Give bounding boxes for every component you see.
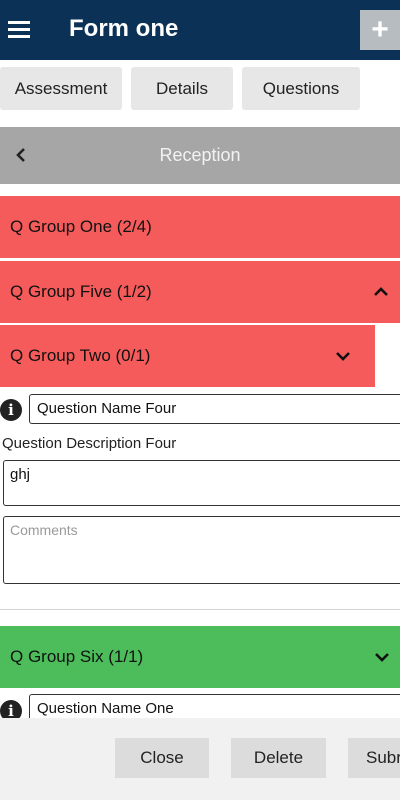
hamburger-menu-icon[interactable]	[8, 18, 30, 40]
section-title: Reception	[159, 145, 241, 165]
question-description: Question Description Four	[2, 435, 177, 452]
page-title: Form one	[69, 15, 179, 42]
chevron-left-icon[interactable]	[12, 146, 30, 164]
chevron-up-icon[interactable]	[372, 283, 390, 301]
group-row-five[interactable]: Q Group Five (1/2)	[0, 261, 400, 323]
tab-assessment[interactable]: Assessment	[0, 67, 122, 110]
submit-button[interactable]: Subr	[348, 738, 400, 778]
question-name-field[interactable]: Question Name Four	[29, 394, 400, 424]
tab-questions[interactable]: Questions	[242, 67, 360, 110]
group-label: Q Group Six (1/1)	[10, 647, 144, 666]
group-label: Q Group Five (1/2)	[10, 282, 152, 301]
add-button[interactable]: +	[360, 10, 400, 50]
group-label: Q Group Two (0/1)	[10, 346, 151, 365]
group-row-six[interactable]: Q Group Six (1/1)	[0, 626, 400, 688]
app-bar: Form one +	[0, 0, 400, 60]
group-row-two[interactable]: Q Group Two (0/1)	[0, 325, 375, 387]
chevron-down-icon[interactable]	[334, 347, 352, 365]
tab-details[interactable]: Details	[131, 67, 233, 110]
group-label: Q Group One (2/4)	[10, 217, 152, 236]
delete-button[interactable]: Delete	[231, 738, 326, 778]
section-header: Reception	[0, 127, 400, 184]
divider	[0, 609, 400, 610]
action-bar: Close Delete Subr	[0, 718, 400, 800]
comments-field[interactable]: Comments	[3, 516, 400, 584]
close-button[interactable]: Close	[115, 738, 209, 778]
chevron-down-icon[interactable]	[373, 648, 391, 666]
group-row-one[interactable]: Q Group One (2/4)	[0, 196, 400, 258]
plus-icon: +	[371, 13, 389, 46]
answer-field[interactable]: ghj	[3, 460, 400, 506]
info-icon[interactable]: i	[0, 399, 22, 421]
